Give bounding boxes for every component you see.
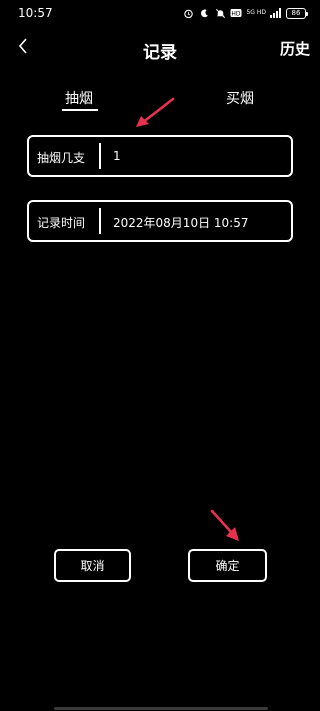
hd-icon: HD [230, 7, 242, 19]
status-icons: HD 5G HD 86 [182, 7, 308, 19]
record-time-label: 记录时间 [37, 216, 86, 230]
field-divider [99, 143, 101, 169]
history-button[interactable]: 历史 [280, 38, 310, 59]
confirm-button[interactable]: 确定 [188, 549, 267, 582]
status-bar: 10:57 HD 5G HD 86 [0, 0, 320, 28]
annotation-arrow-icon [136, 97, 175, 127]
annotation-arrow-icon [210, 509, 239, 541]
alarm-icon [182, 7, 194, 19]
dnd-icon [198, 7, 210, 19]
smoke-count-label: 抽烟几支 [37, 151, 86, 165]
svg-text:HD: HD [232, 11, 242, 18]
active-tab-indicator [62, 109, 98, 111]
signal-icon [270, 7, 282, 19]
record-time-field[interactable]: 记录时间 2022年08月10日 10:57 [27, 200, 293, 242]
smoke-count-field[interactable]: 抽烟几支 1 [27, 135, 293, 177]
status-time: 10:57 [18, 6, 53, 20]
network-indicator: 5G HD [246, 9, 266, 16]
mute-icon [214, 7, 226, 19]
tab-buy[interactable]: 买烟 [226, 88, 254, 108]
battery-indicator: 86 [286, 7, 308, 19]
cancel-button[interactable]: 取消 [54, 549, 131, 582]
tab-smoke[interactable]: 抽烟 [65, 88, 93, 108]
smoke-count-input[interactable]: 1 [113, 149, 121, 163]
record-time-value[interactable]: 2022年08月10日 10:57 [113, 214, 248, 231]
page-title: 记录 [143, 43, 177, 63]
navigation-handle[interactable] [54, 707, 268, 710]
field-divider [99, 208, 101, 234]
